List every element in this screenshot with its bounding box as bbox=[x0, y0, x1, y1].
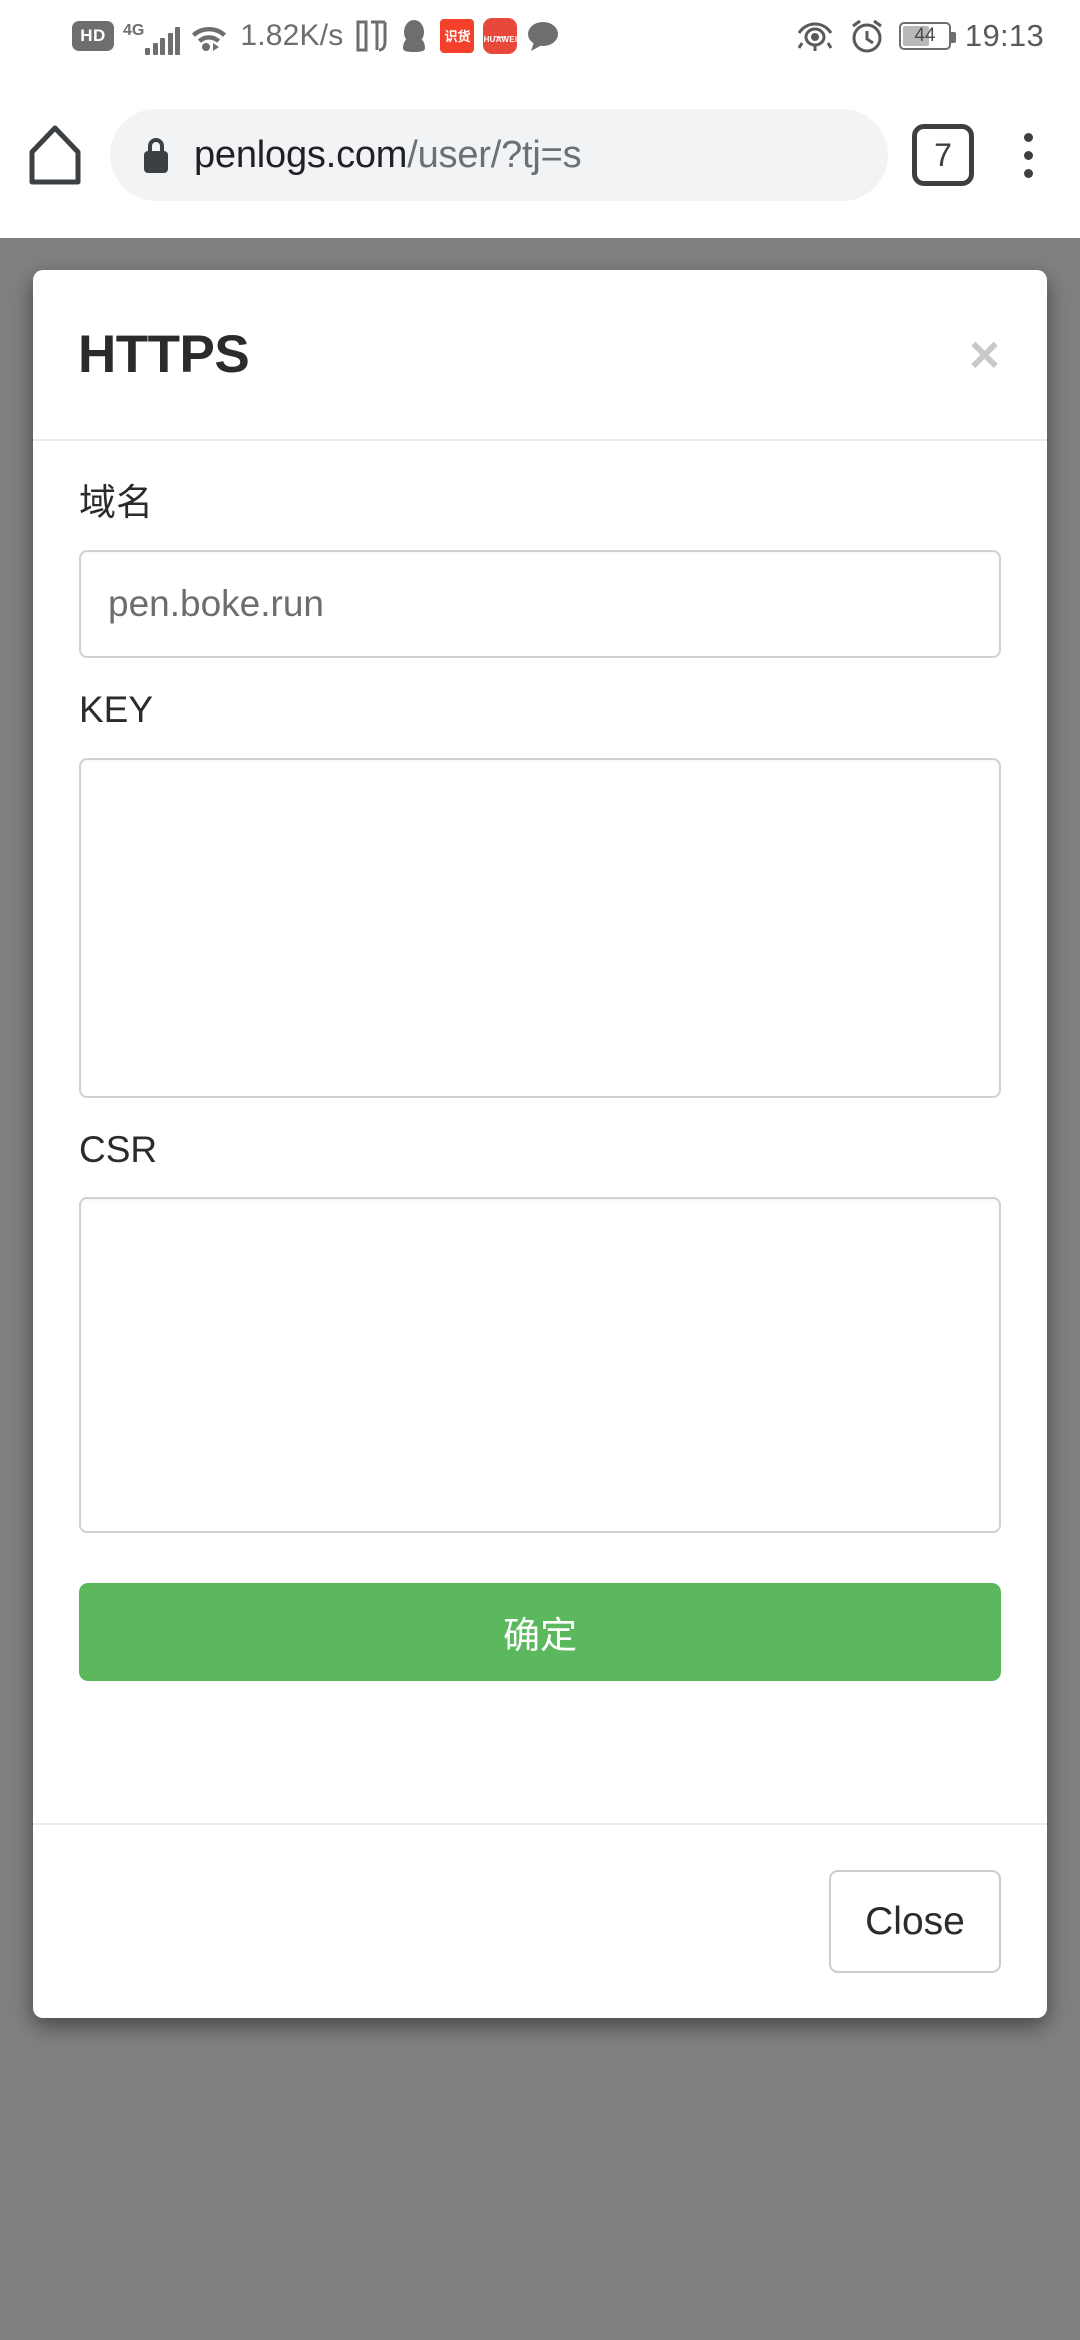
close-icon[interactable]: × bbox=[969, 328, 1000, 381]
hd-icon: HD bbox=[72, 21, 114, 51]
url-text: penlogs.com/user/?tj=s bbox=[194, 134, 581, 177]
tab-count-label: 7 bbox=[934, 136, 952, 173]
ting-app-icon bbox=[354, 19, 388, 53]
signal-bars-icon: 4G bbox=[123, 17, 181, 55]
modal-header: HTTPS × bbox=[33, 270, 1047, 441]
huawei-smile-glyph: ‿ bbox=[495, 24, 506, 38]
key-field-label: KEY bbox=[79, 689, 154, 731]
network-speed-label: 1.82K/s bbox=[240, 19, 344, 52]
shihuo-app-icon: 识货 bbox=[440, 19, 475, 53]
huawei-label: HUAWEI bbox=[483, 35, 518, 44]
url-path: /user/?tj=s bbox=[407, 133, 582, 176]
modal-footer: Close bbox=[33, 1823, 1047, 2018]
https-modal: HTTPS × 域名 pen.boke.run KEY CSR 确定 Close bbox=[33, 270, 1047, 2018]
domain-input[interactable]: pen.boke.run bbox=[79, 550, 1001, 659]
status-bar-right: 44 19:13 bbox=[795, 18, 1080, 54]
browser-toolbar: penlogs.com/user/?tj=s 7 bbox=[0, 72, 1080, 238]
battery-icon: 44 bbox=[898, 22, 956, 50]
huawei-app-icon: ‿ HUAWEI bbox=[483, 18, 518, 54]
tab-switcher-button[interactable]: 7 bbox=[912, 124, 974, 186]
csr-field-label: CSR bbox=[79, 1128, 158, 1170]
csr-textarea[interactable] bbox=[79, 1197, 1001, 1534]
message-bubble-icon bbox=[526, 19, 560, 53]
signal-bars-glyph bbox=[145, 27, 181, 55]
page-title: HTTPS bbox=[78, 325, 250, 384]
alarm-clock-icon bbox=[852, 19, 882, 53]
battery-level-label: 44 bbox=[914, 25, 936, 46]
eye-icon bbox=[797, 22, 833, 51]
status-bar-left: HD 4G 1.82K/s 识货 ‿ HUAWEI bbox=[0, 17, 560, 55]
status-bar: HD 4G 1.82K/s 识货 ‿ HUAWEI 44 19:13 bbox=[0, 0, 1080, 72]
wifi-icon bbox=[192, 27, 227, 51]
domain-field-label: 域名 bbox=[79, 482, 153, 523]
close-button[interactable]: Close bbox=[829, 1870, 1001, 1973]
submit-button[interactable]: 确定 bbox=[79, 1583, 1001, 1682]
address-bar[interactable]: penlogs.com/user/?tj=s bbox=[110, 109, 888, 201]
modal-body: 域名 pen.boke.run KEY CSR 确定 bbox=[33, 441, 1047, 1682]
network-type-label: 4G bbox=[123, 22, 145, 39]
screen-root: HD 4G 1.82K/s 识货 ‿ HUAWEI 44 19:13 penlo… bbox=[0, 0, 1080, 2340]
url-domain: penlogs.com bbox=[194, 133, 408, 176]
lock-icon bbox=[144, 138, 168, 173]
home-icon bbox=[29, 125, 81, 185]
clock-label: 19:13 bbox=[964, 18, 1044, 53]
key-textarea[interactable] bbox=[79, 757, 1001, 1098]
home-button[interactable] bbox=[0, 124, 110, 186]
overflow-menu-icon[interactable] bbox=[996, 132, 1060, 178]
qq-penguin-icon bbox=[397, 19, 431, 53]
